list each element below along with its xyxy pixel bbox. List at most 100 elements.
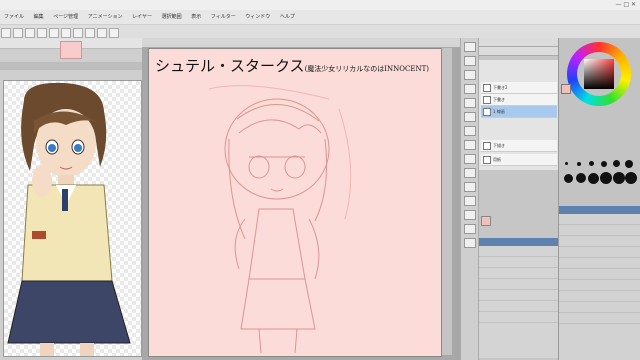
layer-item[interactable]: 下描き [481, 140, 557, 152]
panel-row[interactable] [559, 225, 640, 236]
layer-item[interactable]: 用紙 [481, 154, 557, 166]
panel-row[interactable] [559, 247, 640, 258]
text-tool-icon[interactable] [464, 238, 476, 248]
visibility-icon[interactable] [483, 142, 491, 150]
sub-view-toolbar[interactable] [0, 62, 142, 70]
color-wheel[interactable] [567, 42, 631, 106]
current-color-swatch[interactable] [561, 84, 571, 94]
select-tool-icon[interactable] [464, 70, 476, 80]
menu-page[interactable]: ページ管理 [53, 14, 78, 20]
menu-selection[interactable]: 選択範囲 [162, 14, 182, 20]
figure-tool-icon[interactable] [464, 224, 476, 234]
eyedropper-tool-icon[interactable] [464, 98, 476, 108]
fill-icon[interactable] [73, 28, 83, 38]
panel-row[interactable] [559, 302, 640, 313]
property-header [479, 238, 559, 246]
pencil-tool-icon[interactable] [464, 126, 476, 136]
layer-panel: 下書き2 下書き 1 線画 下描き 用紙 [478, 38, 559, 360]
new-icon[interactable] [1, 28, 11, 38]
panel-row[interactable] [559, 313, 640, 324]
property-row[interactable] [479, 246, 559, 257]
property-row[interactable] [479, 301, 559, 312]
brush-size-dot[interactable] [588, 173, 599, 184]
layer-label: 下書き [493, 97, 505, 102]
panel-row[interactable] [559, 214, 640, 225]
tool-palette [460, 38, 479, 360]
property-row[interactable] [479, 290, 559, 301]
deselect-icon[interactable] [97, 28, 107, 38]
transform-icon[interactable] [85, 28, 95, 38]
brush-size-dot[interactable] [576, 173, 586, 183]
brush-size-dot[interactable] [601, 161, 607, 167]
panel-row[interactable] [559, 291, 640, 302]
menu-animation[interactable]: アニメーション [88, 14, 123, 20]
app-window: — □ ✕ ファイル 編集 ページ管理 アニメーション レイヤー 選択範囲 表示… [0, 0, 640, 360]
property-row[interactable] [479, 257, 559, 268]
layer-blend-controls[interactable] [479, 47, 559, 56]
brush-tool-icon[interactable] [464, 140, 476, 150]
visibility-icon[interactable] [483, 96, 491, 104]
saturation-value-square[interactable] [584, 59, 614, 89]
invert-icon[interactable] [109, 28, 119, 38]
brush-size-palette[interactable] [563, 160, 637, 212]
menu-filter[interactable]: フィルター [211, 14, 236, 20]
canvas-vertical-scrollbar[interactable] [442, 48, 452, 355]
brush-size-dot[interactable] [613, 172, 625, 184]
brush-size-row[interactable] [479, 268, 559, 279]
brush-size-dot[interactable] [577, 162, 581, 166]
layer-label: 1 線画 [493, 109, 505, 114]
title-bar: — □ ✕ [0, 0, 640, 10]
menu-layer[interactable]: レイヤー [132, 14, 152, 20]
window-controls[interactable]: — □ ✕ [615, 0, 636, 10]
panel-row[interactable] [559, 269, 640, 280]
reference-character-illustration [7, 82, 131, 356]
undo-icon[interactable] [37, 28, 47, 38]
brush-size-dot[interactable] [613, 160, 620, 167]
panel-row[interactable] [559, 280, 640, 291]
menu-file[interactable]: ファイル [4, 14, 24, 20]
airbrush-tool-icon[interactable] [464, 154, 476, 164]
move-tool-icon[interactable] [464, 56, 476, 66]
brush-size-dot[interactable] [625, 172, 637, 184]
brush-size-dot[interactable] [625, 160, 633, 168]
clear-icon[interactable] [61, 28, 71, 38]
open-icon[interactable] [13, 28, 23, 38]
layer-label: 下書き2 [493, 85, 508, 90]
blend-tool-icon[interactable] [464, 182, 476, 192]
eraser-tool-icon[interactable] [464, 168, 476, 178]
panel-row[interactable] [559, 236, 640, 247]
visibility-icon[interactable] [483, 108, 491, 116]
visibility-icon[interactable] [483, 156, 491, 164]
menu-bar: ファイル 編集 ページ管理 アニメーション レイヤー 選択範囲 表示 フィルター… [0, 10, 640, 25]
navigator-panel [559, 206, 640, 360]
layer-label: 用紙 [493, 157, 501, 162]
redo-icon[interactable] [49, 28, 59, 38]
brush-size-dot[interactable] [564, 174, 573, 183]
visibility-icon[interactable] [483, 84, 491, 92]
menu-help[interactable]: ヘルプ [280, 14, 295, 20]
canvas-area: シュテル・スタークス(魔法少女リリカルなのはINNOCENT) [142, 38, 460, 360]
zoom-tool-icon[interactable] [464, 42, 476, 52]
property-row[interactable] [479, 312, 559, 323]
lasso-tool-icon[interactable] [464, 84, 476, 94]
layer-item-selected[interactable]: 1 線画 [481, 106, 557, 118]
canvas[interactable]: シュテル・スタークス(魔法少女リリカルなのはINNOCENT) [148, 48, 442, 357]
gradient-tool-icon[interactable] [464, 210, 476, 220]
brush-size-dot[interactable] [589, 161, 594, 166]
menu-view[interactable]: 表示 [191, 14, 201, 20]
navigator-thumbnail[interactable] [60, 41, 82, 59]
pen-tool-icon[interactable] [464, 112, 476, 122]
opacity-row[interactable] [479, 279, 559, 290]
save-icon[interactable] [25, 28, 35, 38]
main-color-swatch[interactable] [481, 216, 491, 226]
brush-size-dot[interactable] [600, 172, 612, 184]
fill-tool-icon[interactable] [464, 196, 476, 206]
brush-size-dot[interactable] [565, 162, 568, 165]
canvas-tabs[interactable] [142, 38, 460, 48]
layer-item[interactable]: 下書き [481, 94, 557, 106]
menu-window[interactable]: ウィンドウ [245, 14, 270, 20]
tool-property-panel [479, 238, 559, 358]
menu-edit[interactable]: 編集 [34, 14, 44, 20]
panel-row[interactable] [559, 258, 640, 269]
layer-item[interactable]: 下書き2 [481, 82, 557, 94]
